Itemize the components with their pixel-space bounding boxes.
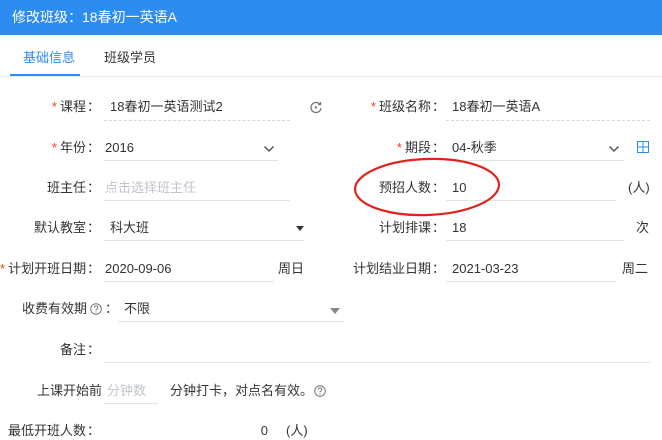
annotation-circle xyxy=(353,157,501,217)
class-start-before-label: 上课开始前 xyxy=(36,383,102,398)
fee-validity-select[interactable]: 不限 xyxy=(124,299,150,319)
term-label: * 期段： xyxy=(396,140,445,155)
min-enrollment-input[interactable]: 0 xyxy=(248,421,268,440)
min-enrollment-unit: (人) xyxy=(286,423,308,438)
start-date-underline xyxy=(104,281,274,282)
planned-enrollment-unit: (人) xyxy=(628,180,650,195)
help-icon[interactable] xyxy=(314,385,326,397)
course-value[interactable]: 18春初一英语测试2 xyxy=(110,97,223,117)
help-icon[interactable] xyxy=(90,303,102,315)
remarks-input[interactable] xyxy=(105,340,645,360)
active-tab-indicator xyxy=(10,74,80,76)
end-date-picker[interactable]: 2021-03-23 xyxy=(452,259,519,279)
remarks-underline xyxy=(104,362,650,363)
fee-validity-label: 收费有效期： xyxy=(21,301,118,316)
caret-down-icon[interactable] xyxy=(296,226,304,231)
refresh-icon[interactable] xyxy=(309,100,323,114)
class-name-label: * 班级名称： xyxy=(370,99,445,114)
planned-sessions-underline xyxy=(446,240,624,241)
tab-basic-info[interactable]: 基础信息 xyxy=(23,35,75,77)
head-teacher-label: 班主任： xyxy=(46,180,100,195)
head-teacher-underline xyxy=(104,200,290,201)
planned-sessions-input[interactable]: 18 xyxy=(452,218,466,238)
caret-down-icon[interactable] xyxy=(330,308,340,314)
start-date-label: * 计划开班日期： xyxy=(0,261,101,276)
min-enrollment-label: 最低开班人数： xyxy=(7,423,100,438)
class-name-underline xyxy=(446,120,650,121)
year-label: * 年份： xyxy=(51,140,100,155)
head-teacher-picker[interactable]: 点击选择班主任 xyxy=(105,178,196,198)
year-underline xyxy=(104,160,278,161)
course-label: * 课程： xyxy=(51,99,100,114)
year-select[interactable]: 2016 xyxy=(105,138,134,158)
default-classroom-label: 默认教室： xyxy=(33,220,100,235)
start-date-weekday: 周日 xyxy=(278,261,305,276)
planned-sessions-unit: 次 xyxy=(636,220,650,235)
class-name-value[interactable]: 18春初一英语A xyxy=(452,97,540,117)
chevron-down-icon[interactable] xyxy=(607,142,621,156)
chevron-down-icon[interactable] xyxy=(262,142,276,156)
tab-bar: 基础信息 班级学员 xyxy=(0,35,662,77)
tab-class-students[interactable]: 班级学员 xyxy=(104,35,156,77)
start-date-picker[interactable]: 2020-09-06 xyxy=(105,259,172,279)
minutes-underline xyxy=(104,403,158,404)
fee-validity-underline xyxy=(118,321,344,322)
grid-add-icon[interactable] xyxy=(637,141,649,153)
class-start-before-suffix: 分钟打卡，对点名有效。 xyxy=(170,383,314,398)
end-date-label: 计划结业日期： xyxy=(352,261,445,276)
term-select[interactable]: 04-秋季 xyxy=(452,138,497,158)
default-classroom-select[interactable]: 科大班 xyxy=(110,218,149,238)
planned-sessions-label: 计划排课： xyxy=(378,220,445,235)
minutes-input[interactable]: 分钟数 xyxy=(107,381,146,401)
dialog-title: 修改班级：18春初一英语A xyxy=(0,0,662,35)
end-date-weekday: 周二 xyxy=(622,261,649,276)
end-date-underline xyxy=(446,281,616,282)
default-classroom-underline xyxy=(104,240,304,241)
remarks-label: 备注： xyxy=(59,342,100,357)
course-underline xyxy=(104,120,290,121)
